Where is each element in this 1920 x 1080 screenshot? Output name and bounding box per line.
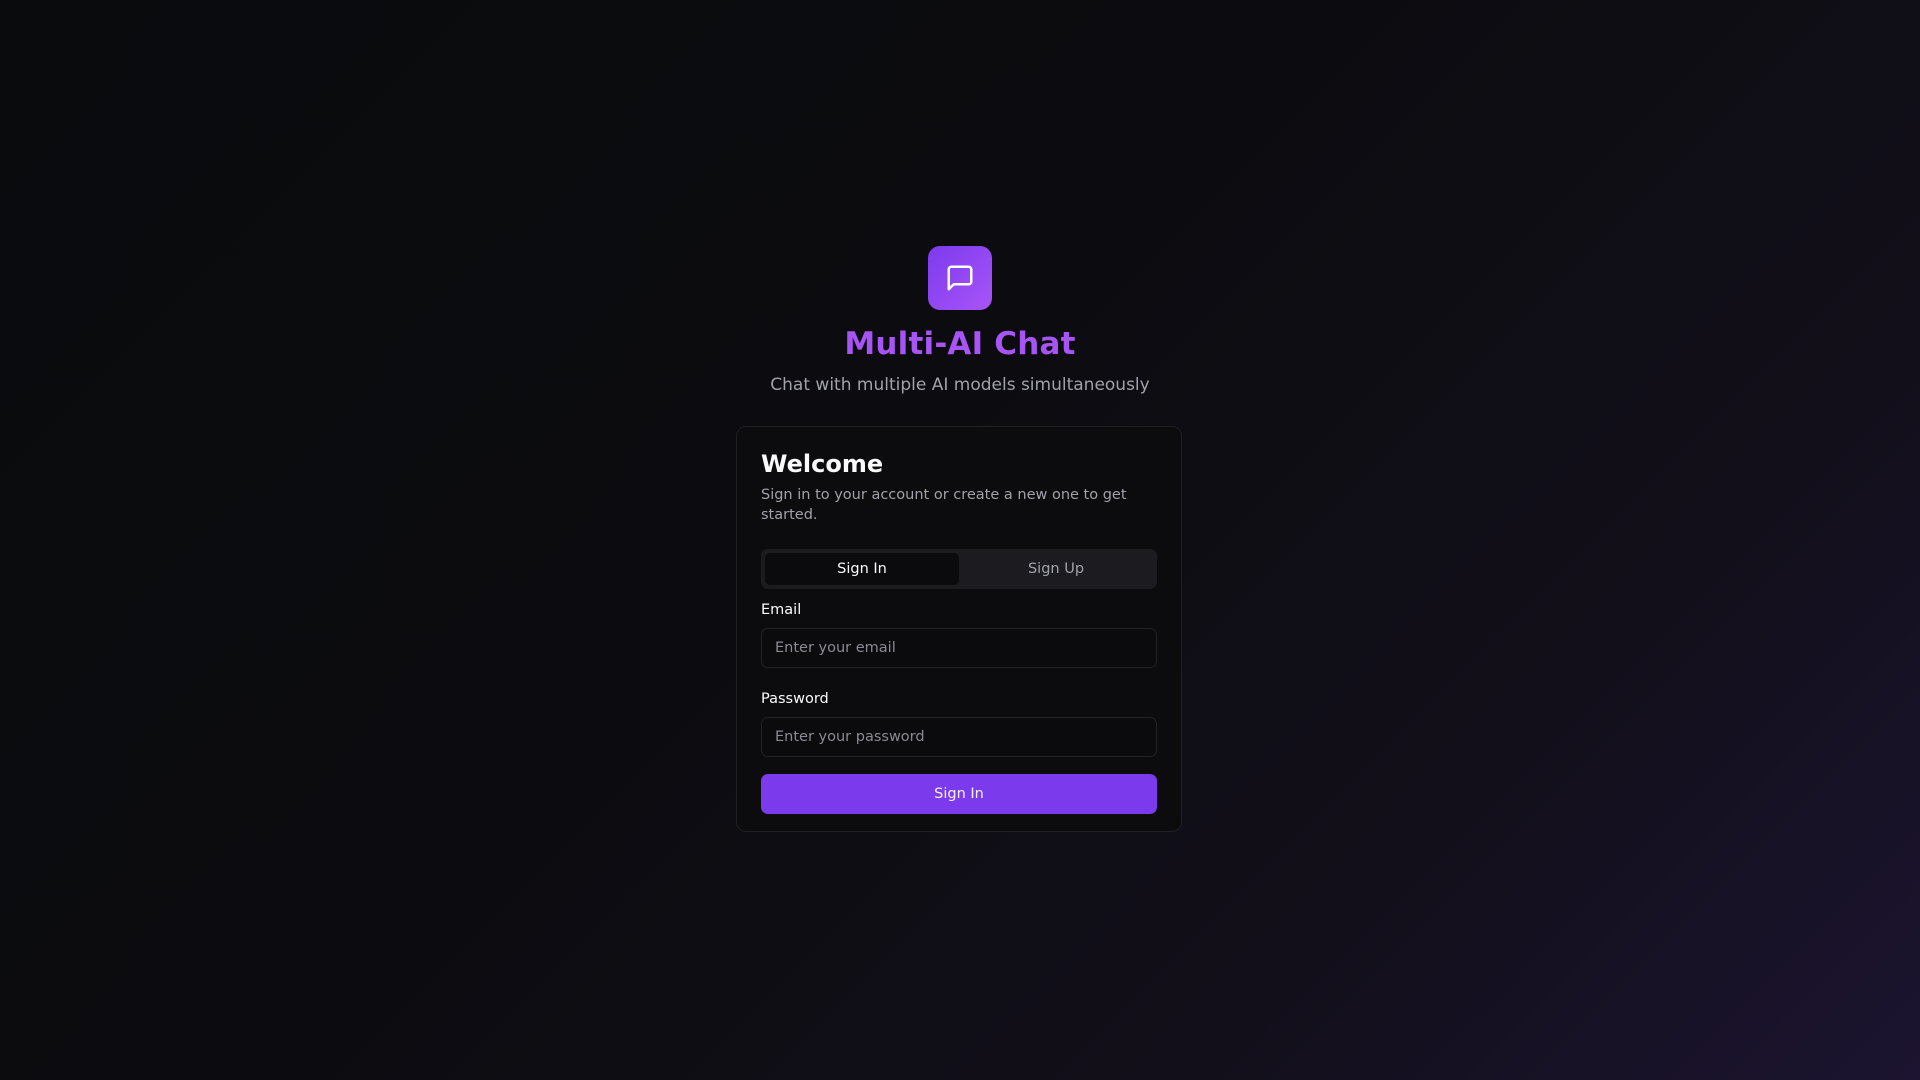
tab-sign-in[interactable]: Sign In — [765, 553, 959, 585]
message-square-icon — [945, 263, 975, 293]
auth-page: Multi-AI Chat Chat with multiple AI mode… — [0, 0, 1920, 1080]
email-field[interactable] — [761, 628, 1157, 668]
card-title: Welcome — [761, 450, 884, 478]
tab-sign-up[interactable]: Sign Up — [959, 553, 1153, 585]
app-subtitle: Chat with multiple AI models simultaneou… — [770, 375, 1150, 395]
app-header: Multi-AI Chat Chat with multiple AI mode… — [0, 246, 1920, 396]
password-field[interactable] — [761, 717, 1157, 757]
card-description: Sign in to your account or create a new … — [761, 487, 1127, 523]
email-label: Email — [761, 602, 802, 618]
app-title: Multi-AI Chat — [0, 324, 1920, 364]
auth-tabs: Sign In Sign Up — [761, 549, 1157, 589]
app-logo — [928, 246, 992, 310]
sign-in-button[interactable]: Sign In — [761, 774, 1157, 814]
auth-card: Welcome Sign in to your account or creat… — [736, 426, 1182, 832]
password-label: Password — [761, 691, 829, 707]
